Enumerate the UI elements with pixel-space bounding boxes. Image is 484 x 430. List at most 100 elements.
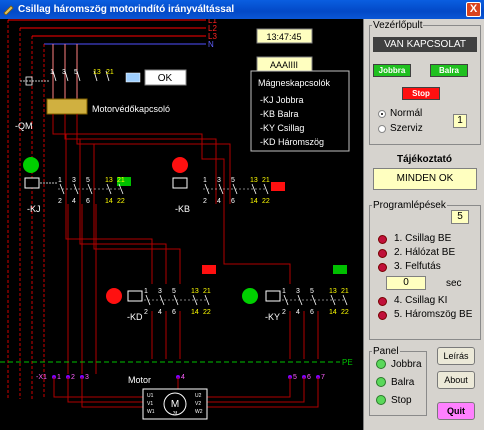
ky-coil [265, 290, 281, 302]
kj-terminal-top-13: 13 [105, 177, 113, 184]
motor-term-u2: U2 [195, 393, 202, 399]
kd-label: -KD [127, 312, 143, 322]
qm-name: Motorvédőkapcsoló [92, 104, 170, 114]
contactor-kb: -KB Balra [260, 109, 299, 119]
steps-legend: Programlépések [373, 200, 446, 211]
kj-terminal-top-1: 1 [58, 177, 62, 184]
kb-terminal-top-21: 21 [262, 177, 270, 184]
kb-terminal-top-13: 13 [250, 177, 258, 184]
motor-m: M [171, 399, 179, 410]
kb-aux-indicator [271, 182, 285, 191]
terminal-2: 2 [71, 374, 75, 381]
step-5-label: 5. Háromszög BE [394, 309, 473, 320]
mode-normal-label: Normál [390, 108, 423, 119]
kj-terminal-bottom-22: 22 [117, 198, 125, 205]
kb-terminal-bottom-6: 6 [231, 198, 235, 205]
ky-terminal-top-1: 1 [282, 288, 286, 295]
kj-terminal-top-5: 5 [86, 177, 90, 184]
title-bar: Csillag háromszög motorindító irányváltá… [0, 0, 484, 19]
kj-terminal-top-3: 3 [72, 177, 76, 184]
terminal-6: 6 [307, 374, 311, 381]
kb-terminal-bottom-22: 22 [262, 198, 270, 205]
right-button[interactable]: Jobbra [373, 64, 411, 77]
help-button[interactable]: Leírás [437, 347, 475, 365]
indicator-right-led [376, 359, 386, 369]
code-text: AAAIIII [270, 60, 298, 70]
kb-led [172, 157, 188, 173]
ky-led [242, 288, 258, 304]
contactor-legend-title: Mágneskapcsolók [258, 78, 331, 88]
qm-aux-indicator [125, 72, 141, 83]
step-5-led [378, 311, 387, 320]
left-button[interactable]: Balra [430, 64, 468, 77]
kd-terminal-bottom-6: 6 [172, 309, 176, 316]
qm-terminal-13: 13 [93, 69, 101, 76]
qm-terminal-5: 5 [74, 69, 78, 76]
kd-terminal-bottom-14: 14 [191, 309, 199, 316]
mode-service-label: Szerviz [390, 123, 423, 134]
contact-blocks: 1234561314212212345613142122123456131421… [58, 177, 349, 316]
indicator-stop-led [376, 395, 386, 405]
kj-terminal-bottom-2: 2 [58, 198, 62, 205]
pe-label: PE [342, 358, 353, 367]
kd-terminal-top-13: 13 [191, 288, 199, 295]
delay-value[interactable]: 0 [386, 276, 426, 290]
kd-terminal-bottom-2: 2 [144, 309, 148, 316]
kd-terminal-top-21: 21 [203, 288, 211, 295]
kj-terminal-bottom-4: 4 [72, 198, 76, 205]
kb-terminal-top-1: 1 [203, 177, 207, 184]
motor-term-w1: W1 [147, 409, 155, 415]
kd-terminal-bottom-22: 22 [203, 309, 211, 316]
terminal-5: 5 [293, 374, 297, 381]
kb-terminal-top-3: 3 [217, 177, 221, 184]
window-title: Csillag háromszög motorindító irányváltá… [18, 4, 235, 15]
indicator-left-led [376, 377, 386, 387]
about-button[interactable]: About [437, 371, 475, 389]
ky-label: -KY [265, 312, 280, 322]
step-2-led [378, 249, 387, 258]
step-2-label: 2. Hálózat BE [394, 247, 456, 258]
app-icon [3, 5, 14, 15]
connection-status: VAN KAPCSOLAT [373, 37, 477, 52]
kb-terminal-bottom-4: 4 [217, 198, 221, 205]
control-legend: Vezérlőpult [373, 20, 423, 31]
kb-terminal-bottom-2: 2 [203, 198, 207, 205]
kb-label: -KB [175, 204, 190, 214]
ky-terminal-top-3: 3 [296, 288, 300, 295]
step-3-led [378, 263, 387, 272]
terminal-7: 7 [321, 374, 325, 381]
kj-led [23, 157, 39, 173]
ky-terminal-top-5: 5 [310, 288, 314, 295]
step-1-label: 1. Csillag BE [394, 233, 452, 244]
kb-terminal-top-5: 5 [231, 177, 235, 184]
kj-terminal-bottom-6: 6 [86, 198, 90, 205]
motor-label: Motor [128, 375, 151, 385]
indicator-stop-label: Stop [391, 395, 412, 406]
kd-terminal-top-1: 1 [144, 288, 148, 295]
motor-phase: 3f [173, 411, 178, 417]
wiring-diagram: L1 L2 L3 N 13:47:45 AAAIIII 1 3 5 13 21 … [0, 19, 353, 420]
ky-terminal-bottom-6: 6 [310, 309, 314, 316]
clock-text: 13:47:45 [266, 32, 301, 42]
indicator-right-label: Jobbra [391, 359, 422, 370]
info-message: MINDEN OK [373, 168, 477, 190]
mode-value[interactable]: 1 [453, 114, 467, 128]
contactor-ky: -KY Csillag [260, 123, 304, 133]
motor-term-w2: W2 [195, 409, 203, 415]
stop-button[interactable]: Stop [402, 87, 440, 100]
indicator-left-label: Balra [391, 377, 415, 388]
quit-button[interactable]: Quit [437, 402, 475, 420]
terminal-1: 1 [57, 374, 61, 381]
terminal-3: 3 [85, 374, 89, 381]
mode-normal-radio[interactable] [378, 110, 386, 118]
step-1-led [378, 235, 387, 244]
kd-coil [127, 290, 143, 302]
contactor-kj: -KJ Jobbra [260, 95, 304, 105]
close-button[interactable]: X [466, 2, 481, 17]
kj-terminal-top-21: 21 [117, 177, 125, 184]
kd-led [106, 288, 122, 304]
motor-term-u1: U1 [147, 393, 154, 399]
step-count[interactable]: 5 [451, 210, 469, 224]
step-4-label: 4. Csillag KI [394, 295, 448, 306]
mode-service-radio[interactable] [378, 125, 386, 133]
